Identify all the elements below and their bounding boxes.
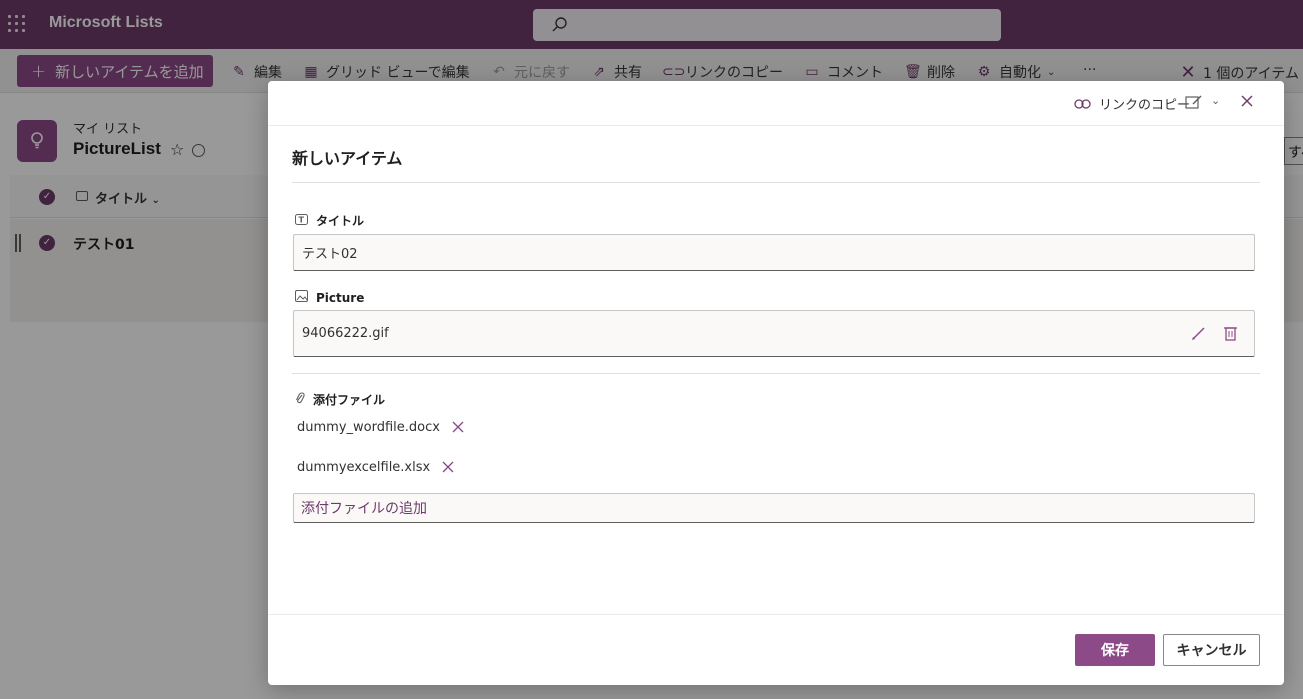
add-attachment-button[interactable]: 添付ファイルの追加 xyxy=(293,493,1255,523)
dialog-copy-link-button[interactable]: リンクのコピー xyxy=(1074,94,1190,113)
attachment-item: dummy_wordfile.docx xyxy=(297,417,464,437)
delete-picture-icon[interactable] xyxy=(1223,325,1238,346)
picture-input: 94066222.gif xyxy=(293,310,1255,357)
divider xyxy=(292,373,1260,374)
svg-text:T: T xyxy=(299,215,305,224)
attachment-name[interactable]: dummyexcelfile.xlsx xyxy=(297,460,430,475)
new-item-dialog: リンクのコピー ⌄ 新しいアイテム T タイトル テスト02 Picture 9… xyxy=(268,81,1284,685)
image-field-icon xyxy=(295,290,308,305)
cancel-button[interactable]: キャンセル xyxy=(1163,634,1260,666)
close-icon xyxy=(1241,95,1253,107)
picture-label-text: Picture xyxy=(316,290,365,305)
save-button[interactable]: 保存 xyxy=(1075,634,1155,666)
footer-divider xyxy=(268,614,1284,615)
remove-attachment-icon[interactable] xyxy=(452,421,464,437)
attachments-field-label: 添付ファイル xyxy=(295,391,385,408)
picture-field-label: Picture xyxy=(295,290,364,305)
chevron-down-icon[interactable]: ⌄ xyxy=(1211,94,1220,107)
attachment-name[interactable]: dummy_wordfile.docx xyxy=(297,420,440,435)
title-field-label: T タイトル xyxy=(295,212,364,229)
title-label-text: タイトル xyxy=(316,214,365,228)
attachments-label-text: 添付ファイル xyxy=(313,393,386,407)
edit-form-icon[interactable] xyxy=(1185,94,1203,114)
link-icon xyxy=(1074,98,1091,109)
divider xyxy=(292,182,1260,183)
picture-file-name: 94066222.gif xyxy=(302,326,389,341)
text-field-icon: T xyxy=(295,213,308,228)
dialog-copy-link-label: リンクのコピー xyxy=(1099,98,1191,113)
close-dialog-button[interactable] xyxy=(1240,93,1254,112)
dialog-toolbar: リンクのコピー ⌄ xyxy=(268,81,1284,126)
title-input[interactable]: テスト02 xyxy=(293,234,1255,271)
attachment-item: dummyexcelfile.xlsx xyxy=(297,457,454,477)
edit-picture-icon[interactable] xyxy=(1190,325,1207,346)
remove-attachment-icon[interactable] xyxy=(442,461,454,477)
paperclip-icon xyxy=(295,391,305,408)
dialog-title: 新しいアイテム xyxy=(292,149,403,168)
